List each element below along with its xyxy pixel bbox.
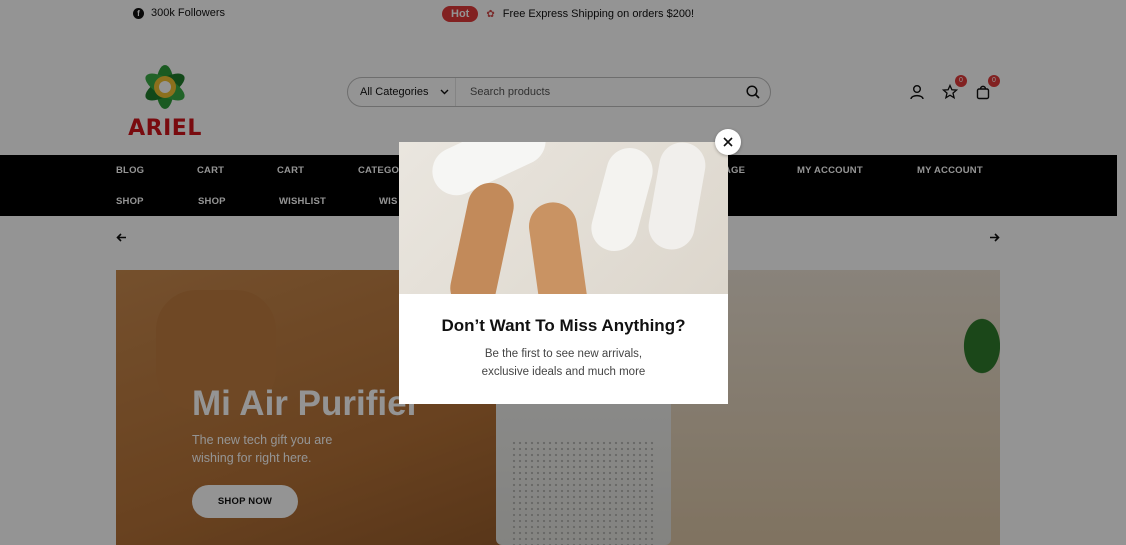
shoe-shape — [644, 142, 710, 254]
popup-close-button[interactable] — [715, 129, 741, 155]
popup-shoes-image — [399, 142, 728, 294]
popup-title: Don’t Want To Miss Anything? — [441, 316, 686, 335]
shoe-shape — [445, 178, 519, 294]
close-icon — [723, 137, 733, 147]
popup-text: Be the first to see new arrivals, exclus… — [481, 348, 646, 378]
shoe-shape — [525, 199, 591, 294]
newsletter-popup: Don’t Want To Miss Anything? Be the firs… — [399, 142, 728, 404]
shoe-shape — [586, 142, 658, 257]
